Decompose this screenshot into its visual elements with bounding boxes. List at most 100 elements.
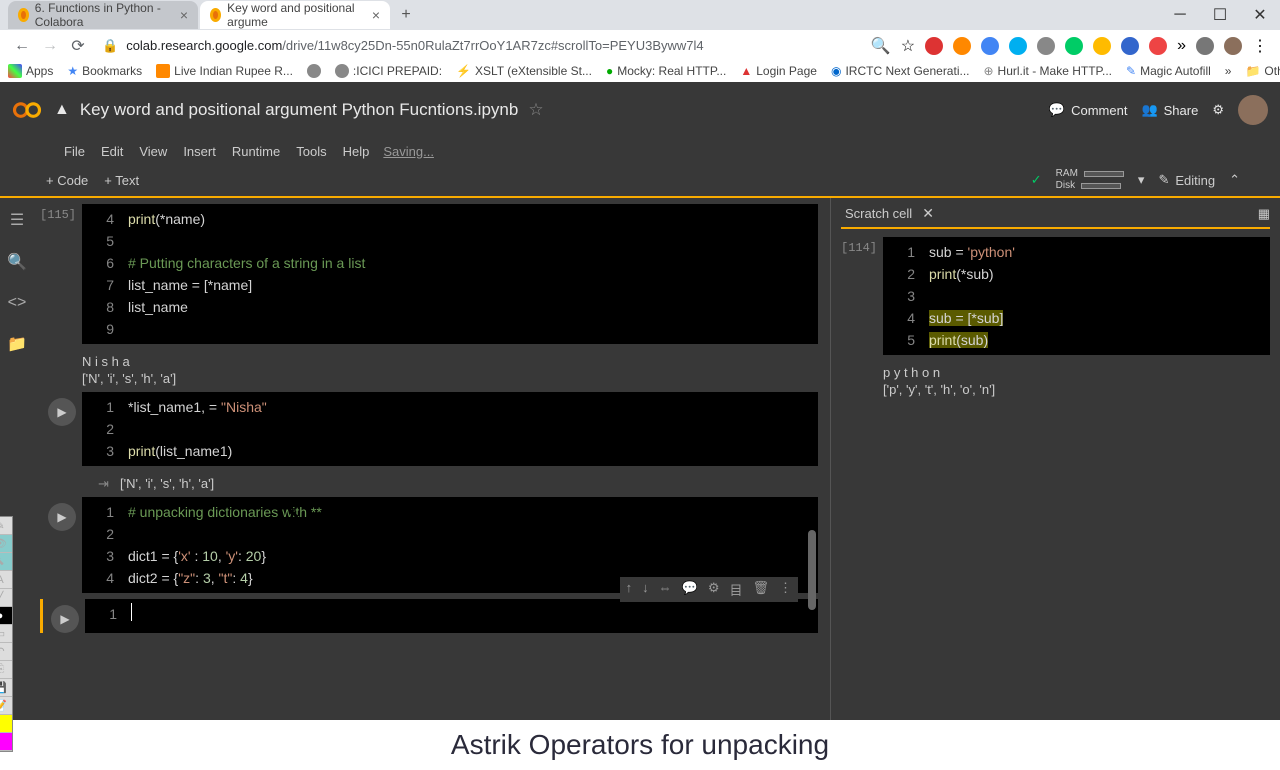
menu-tools[interactable]: Tools — [288, 144, 334, 159]
code-cell[interactable]: ▶ 1*list_name1, = "Nisha" 2 3print(list_… — [40, 392, 818, 466]
rect-tool[interactable]: ▭ — [0, 625, 12, 643]
extension-icon[interactable] — [981, 37, 999, 55]
code-editor[interactable]: 1 — [85, 599, 818, 633]
extension-icon[interactable] — [1065, 37, 1083, 55]
bookmark-item[interactable]: ●Mocky: Real HTTP... — [606, 64, 726, 78]
run-button[interactable]: ▶ — [48, 398, 76, 426]
share-button[interactable]: 👥Share — [1141, 102, 1198, 118]
bookmark-item[interactable]: ★Bookmarks — [67, 64, 142, 78]
bookmark-item[interactable]: ◉IRCTC Next Generati... — [831, 64, 970, 78]
minimize-button[interactable]: ─ — [1160, 0, 1200, 30]
menu-view[interactable]: View — [131, 144, 175, 159]
extension-icon[interactable] — [1037, 37, 1055, 55]
extension-icon[interactable] — [1149, 37, 1167, 55]
copy-tool[interactable]: ⎘ — [0, 661, 12, 679]
tab-close-icon[interactable]: × — [372, 7, 380, 23]
extension-icon[interactable] — [1196, 37, 1214, 55]
search-icon[interactable]: 🔍 — [7, 252, 27, 272]
line-tool[interactable]: ╱ — [0, 589, 12, 607]
bookmark-overflow[interactable]: » — [1225, 64, 1232, 78]
code-editor[interactable]: 4print(*name) 5 6# Putting characters of… — [82, 204, 818, 344]
back-button[interactable]: ← — [8, 32, 36, 60]
new-tab-button[interactable]: + — [392, 1, 420, 29]
save-tool[interactable]: 💾 — [0, 679, 12, 697]
extension-icon[interactable] — [1093, 37, 1111, 55]
zoom-icon[interactable]: 🔍 — [871, 36, 891, 56]
move-down-icon[interactable]: ↓ — [642, 580, 649, 599]
star-icon[interactable]: ☆ — [901, 36, 915, 56]
close-button[interactable]: ✕ — [1240, 0, 1280, 30]
grid-view-icon[interactable]: ▦ — [1258, 206, 1270, 222]
menu-file[interactable]: File — [56, 144, 93, 159]
maximize-button[interactable]: ☐ — [1200, 0, 1240, 30]
extension-icon[interactable] — [1121, 37, 1139, 55]
bookmark-item[interactable]: ▲Login Page — [740, 64, 817, 78]
run-button[interactable]: ▶ — [51, 605, 79, 633]
color-yellow[interactable] — [0, 715, 12, 733]
text-tool[interactable]: A — [0, 571, 12, 589]
toc-icon[interactable]: ☰ — [10, 210, 24, 230]
add-code-button[interactable]: + Code — [46, 173, 88, 188]
editing-mode[interactable]: ✎Editing — [1158, 172, 1215, 188]
extension-icon[interactable] — [925, 37, 943, 55]
bookmark-item[interactable] — [307, 64, 321, 78]
colab-logo[interactable] — [12, 95, 42, 125]
bookmark-item[interactable]: ✎Magic Autofill — [1126, 64, 1211, 78]
note-tool[interactable]: 📝 — [0, 697, 12, 715]
other-bookmarks[interactable]: 📁Other bookmarks — [1245, 64, 1280, 78]
delete-icon[interactable]: 🗑 — [752, 580, 769, 599]
profile-avatar[interactable] — [1224, 37, 1242, 55]
add-text-button[interactable]: + Text — [104, 173, 139, 188]
code-cell[interactable]: [115] 4print(*name) 5 6# Putting charact… — [40, 204, 818, 344]
menu-edit[interactable]: Edit — [93, 144, 131, 159]
browser-tab-active[interactable]: Key word and positional argume × — [200, 1, 390, 29]
scratch-cell[interactable]: [114] 1sub = 'python' 2print(*sub) 3 4su… — [841, 237, 1270, 355]
user-avatar[interactable] — [1238, 95, 1268, 125]
settings-icon[interactable]: ⚙ — [708, 580, 720, 599]
circle-tool[interactable]: ● — [0, 607, 12, 625]
pen-tool[interactable]: ✎ — [0, 517, 12, 535]
drawing-toolbar[interactable]: ✎ 👁 ⬉ A ╱ ● ▭ ↶ ⎘ 💾 📝 — [0, 516, 13, 752]
menu-help[interactable]: Help — [335, 144, 378, 159]
star-icon[interactable]: ☆ — [528, 100, 543, 120]
bookmark-item[interactable]: Live Indian Rupee R... — [156, 64, 293, 78]
scrollbar[interactable] — [808, 530, 816, 610]
tab-close-icon[interactable]: × — [180, 7, 188, 23]
bookmark-item[interactable]: ⚡XSLT (eXtensible St... — [456, 64, 592, 78]
link-icon[interactable]: ⇔ — [659, 580, 672, 599]
dropdown-icon[interactable]: ▾ — [1138, 172, 1145, 188]
scratch-tab[interactable]: Scratch cell — [841, 204, 916, 223]
close-icon[interactable]: ✕ — [922, 205, 934, 222]
menu-runtime[interactable]: Runtime — [224, 144, 288, 159]
apps-button[interactable]: Apps — [8, 64, 53, 78]
more-icon[interactable]: ⋮ — [779, 580, 792, 599]
comment-button[interactable]: 💬Comment — [1049, 102, 1128, 118]
snippets-icon[interactable]: <> — [8, 294, 27, 312]
comment-icon[interactable]: 💬 — [682, 580, 698, 599]
menu-insert[interactable]: Insert — [175, 144, 224, 159]
color-magenta[interactable] — [0, 733, 12, 751]
code-cell-active[interactable]: ▶ 1 — [40, 599, 818, 633]
forward-button[interactable]: → — [36, 32, 64, 60]
extension-icon[interactable] — [953, 37, 971, 55]
collapse-icon[interactable]: ⌃ — [1229, 172, 1240, 188]
bookmark-item[interactable]: :ICICI PREPAID: — [335, 64, 442, 78]
browser-tab[interactable]: 6. Functions in Python - Colabora × — [8, 1, 198, 29]
undo-tool[interactable]: ↶ — [0, 643, 12, 661]
more-extensions[interactable]: » — [1177, 37, 1186, 55]
settings-icon[interactable]: ⚙ — [1212, 102, 1224, 118]
bookmark-item[interactable]: ⊕Hurl.it - Make HTTP... — [983, 64, 1112, 78]
menu-icon[interactable]: ⋮ — [1252, 36, 1268, 56]
document-title[interactable]: Key word and positional argument Python … — [80, 100, 518, 120]
extension-icon[interactable] — [1009, 37, 1027, 55]
resource-monitor[interactable]: RAM Disk — [1056, 168, 1124, 192]
files-icon[interactable]: 📁 — [7, 334, 27, 354]
move-up-icon[interactable]: ↑ — [626, 580, 633, 599]
address-bar[interactable]: 🔒 colab.research.google.com/drive/11w8cy… — [92, 38, 871, 54]
code-editor[interactable]: 1sub = 'python' 2print(*sub) 3 4sub = [*… — [883, 237, 1270, 355]
eye-tool[interactable]: 👁 — [0, 535, 12, 553]
mirror-icon[interactable]: ⽬ — [729, 580, 742, 599]
reload-button[interactable]: ⟳ — [64, 32, 92, 60]
run-button[interactable]: ▶ — [48, 503, 76, 531]
pointer-tool[interactable]: ⬉ — [0, 553, 12, 571]
